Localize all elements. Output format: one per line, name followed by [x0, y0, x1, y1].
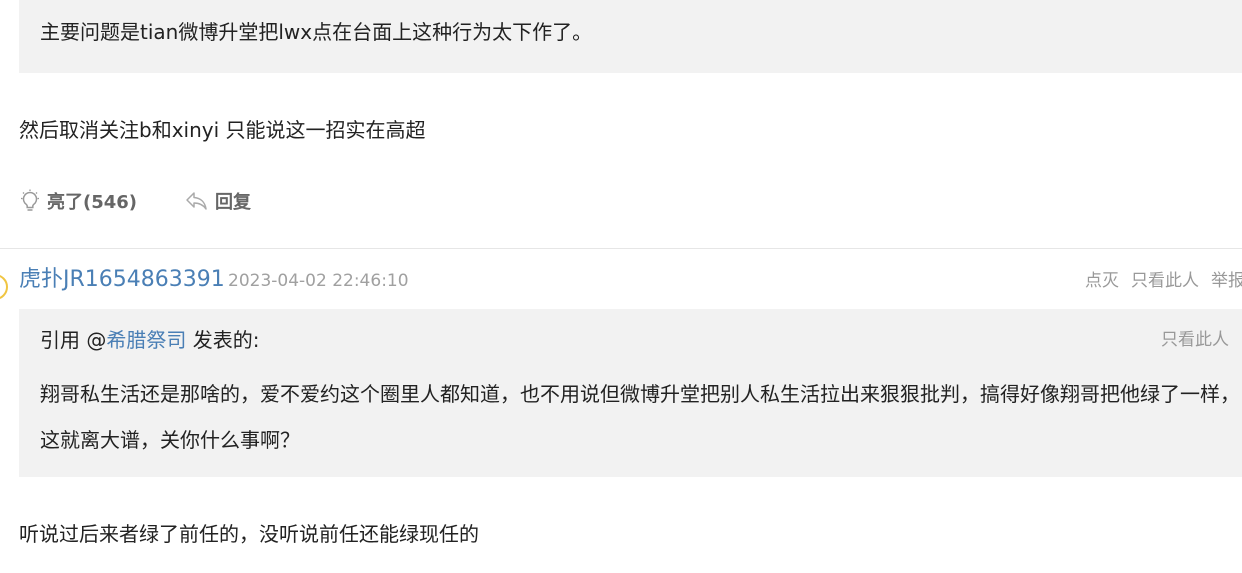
reply-icon — [185, 190, 209, 212]
reply-content: 然后取消关注b和xinyi 只能说这一招实在高超 — [19, 118, 426, 142]
light-count: 亮了(546) — [47, 192, 138, 213]
quoted-author-link[interactable]: 希腊祭司 — [106, 328, 186, 352]
reply-content: 听说过后来者绿了前任的，没听说前任还能绿现任的 — [19, 522, 479, 546]
report-link[interactable]: 举报 — [1211, 271, 1242, 291]
reply-button[interactable]: 回复 — [185, 188, 251, 214]
thread-page: 主要问题是tian微博升堂把lwx点在台面上这种行为太下作了。 然后取消关注b和… — [0, 0, 1242, 573]
quoted-text: 主要问题是tian微博升堂把lwx点在台面上这种行为太下作了。 — [40, 20, 593, 44]
lightbulb-icon — [19, 189, 41, 213]
post-header-links: 点灭 只看此人 举报 — [1085, 269, 1242, 293]
quote-prefix: 引用 @ — [40, 328, 107, 352]
quoted-text: 翔哥私生活还是那啥的，爱不爱约这个圈里人都知道，也不用说但微博升堂把别人私生活拉… — [40, 382, 1240, 452]
quoted-block: 主要问题是tian微博升堂把lwx点在台面上这种行为太下作了。 — [19, 0, 1242, 73]
only-this-user-link[interactable]: 只看此人 — [1131, 271, 1199, 291]
quote-suffix: 发表的: — [186, 328, 260, 352]
quote-only-this-user-link[interactable]: 只看此人 — [1161, 328, 1229, 352]
post-timestamp: 2023-04-02 22:46:10 — [228, 271, 409, 291]
avatar[interactable] — [0, 274, 8, 300]
reply-label: 回复 — [215, 192, 252, 213]
post-divider — [0, 248, 1242, 249]
light-button[interactable]: 亮了(546) — [19, 188, 137, 214]
post-actions: 亮了(546) 回复 — [19, 186, 251, 216]
dim-link[interactable]: 点灭 — [1085, 271, 1119, 291]
quote-block: 引用 @希腊祭司 发表的: 只看此人 翔哥私生活还是那啥的，爱不爱约这个圈里人都… — [19, 309, 1242, 477]
post-header: 虎扑JR1654863391 2023-04-02 22:46:10 点灭 只看此… — [19, 264, 1242, 298]
quote-header: 引用 @希腊祭司 发表的: — [40, 325, 259, 355]
username-link[interactable]: 虎扑JR1654863391 — [19, 264, 225, 296]
